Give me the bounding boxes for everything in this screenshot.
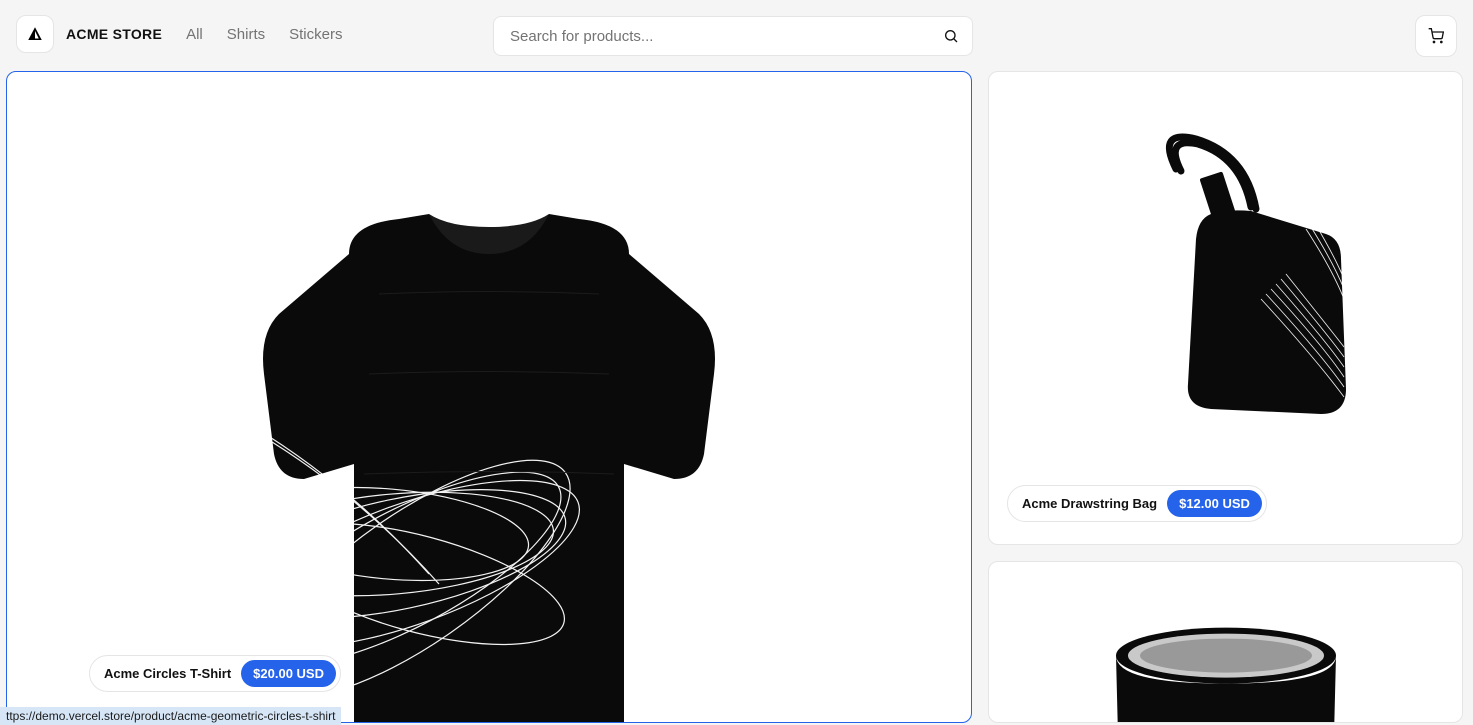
price-pill-main: Acme Circles T-Shirt $20.00 USD xyxy=(89,655,341,692)
cup-image xyxy=(1086,616,1366,723)
product-price: $12.00 USD xyxy=(1167,490,1262,517)
side-column: Acme Drawstring Bag $12.00 USD xyxy=(988,71,1463,723)
brand-logo[interactable] xyxy=(16,15,54,53)
product-grid: Acme Circles T-Shirt $20.00 USD xyxy=(0,71,1473,723)
search-container xyxy=(493,16,973,56)
tshirt-image xyxy=(149,124,829,724)
search-input[interactable] xyxy=(493,16,973,56)
nav-link-shirts[interactable]: Shirts xyxy=(227,26,265,43)
store-name[interactable]: ACME STORE xyxy=(66,26,162,42)
product-card-main[interactable]: Acme Circles T-Shirt $20.00 USD xyxy=(6,71,972,723)
product-card-bag[interactable]: Acme Drawstring Bag $12.00 USD xyxy=(988,71,1463,545)
nav-link-all[interactable]: All xyxy=(186,26,203,43)
cart-icon xyxy=(1428,28,1444,44)
price-pill-bag: Acme Drawstring Bag $12.00 USD xyxy=(1007,485,1267,522)
product-title: Acme Circles T-Shirt xyxy=(104,666,231,681)
header: ACME STORE All Shirts Stickers xyxy=(0,0,1473,68)
product-price: $20.00 USD xyxy=(241,660,336,687)
cart-button[interactable] xyxy=(1415,15,1457,57)
bag-image xyxy=(1086,129,1366,449)
triangle-icon xyxy=(26,25,44,43)
search-icon xyxy=(943,28,959,44)
browser-status-bar: ttps://demo.vercel.store/product/acme-ge… xyxy=(0,707,341,725)
nav-links: All Shirts Stickers xyxy=(186,26,342,43)
product-title: Acme Drawstring Bag xyxy=(1022,496,1157,511)
product-card-cup[interactable] xyxy=(988,561,1463,723)
nav-link-stickers[interactable]: Stickers xyxy=(289,26,342,43)
